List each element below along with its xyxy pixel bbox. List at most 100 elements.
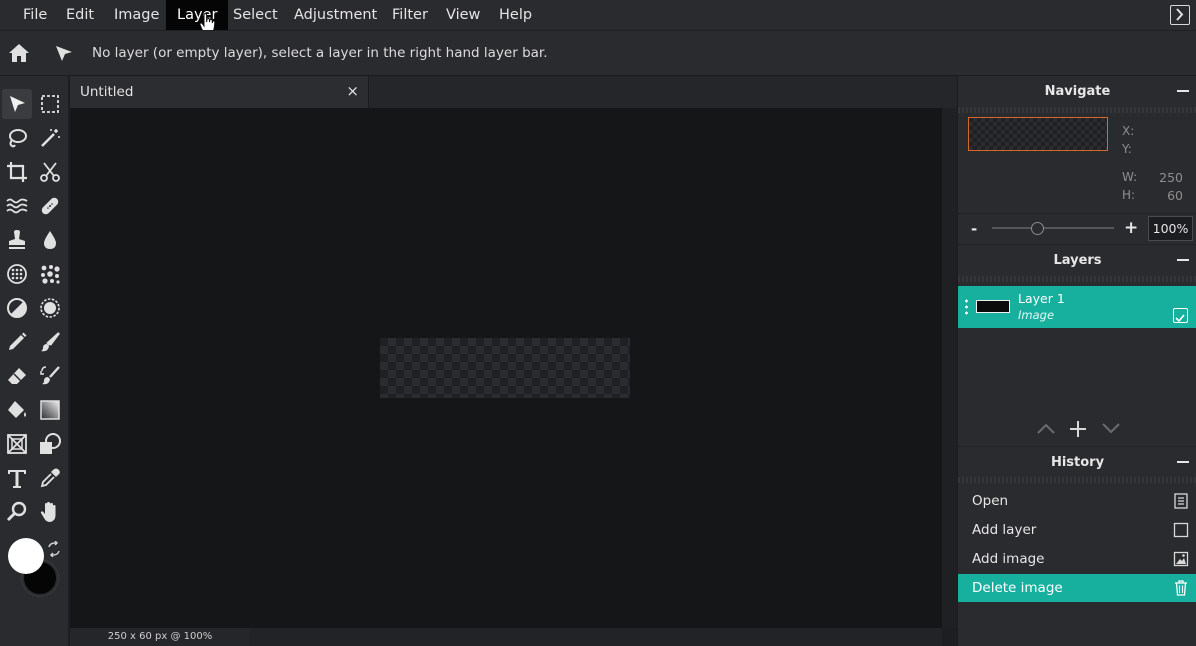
menu-image[interactable]: Image [103, 0, 170, 30]
swap-colors-icon[interactable] [46, 541, 62, 557]
tool-zoom[interactable] [2, 497, 32, 527]
sponge-icon [7, 264, 27, 284]
drag-handle-icon[interactable] [965, 298, 968, 316]
eraser-icon [8, 368, 26, 384]
move-layer-down-icon[interactable] [1101, 421, 1121, 435]
tool-lasso[interactable] [2, 123, 32, 153]
pointer-icon [10, 96, 25, 112]
menu-filter[interactable]: Filter [381, 0, 439, 30]
menu-select[interactable]: Select [222, 0, 289, 30]
collapse-layers-icon[interactable] [1177, 259, 1189, 261]
bandage-icon [41, 197, 59, 215]
tool-text[interactable] [2, 463, 32, 493]
history-item-label: Delete image [972, 580, 1063, 596]
zoom-out-button[interactable]: - [971, 220, 977, 238]
tool-gradient[interactable] [35, 395, 65, 425]
tool-eraser[interactable] [2, 361, 32, 391]
layer-visibility-checkbox[interactable] [1173, 308, 1188, 323]
document-tabs: Untitled × [70, 76, 957, 108]
history-item-delete-image[interactable]: Delete image [958, 574, 1196, 602]
pointer-icon[interactable] [54, 43, 74, 63]
tool-pencil[interactable] [2, 327, 32, 357]
menu-layer[interactable]: Layer [166, 0, 229, 30]
tool-eyedropper[interactable] [35, 463, 65, 493]
navigator-preview[interactable] [968, 117, 1108, 151]
tool-shape[interactable] [35, 429, 65, 459]
tool-brush[interactable] [35, 327, 65, 357]
zoom-slider[interactable] [992, 227, 1114, 229]
document-tab[interactable]: Untitled × [70, 76, 369, 108]
layer-type: Image [1018, 308, 1055, 322]
tool-fill[interactable] [2, 395, 32, 425]
marquee-select-icon [41, 95, 59, 113]
drop-icon [44, 231, 56, 249]
tool-hand[interactable] [35, 497, 65, 527]
horizontal-scrollbar[interactable] [250, 628, 942, 646]
tool-cut[interactable] [35, 157, 65, 187]
collapse-panel-button[interactable] [1170, 5, 1190, 25]
tool-dodge[interactable] [2, 293, 32, 323]
crop-icon [7, 162, 27, 182]
stamp-icon [9, 230, 25, 249]
zoom-value-input[interactable]: 100% [1148, 216, 1193, 241]
canvas-size-info: 250 x 60 px @ 100% [70, 628, 250, 646]
tool-blur[interactable] [35, 225, 65, 255]
menu-adjustment[interactable]: Adjustment [283, 0, 388, 30]
move-layer-up-icon[interactable] [1036, 421, 1056, 435]
zoom-slider-handle[interactable] [1031, 222, 1044, 235]
menu-help[interactable]: Help [488, 0, 543, 30]
add-layer-icon[interactable] [1069, 420, 1087, 438]
pencil-icon [9, 332, 27, 350]
layer-thumbnail [976, 300, 1010, 313]
nav-h-label: H: [1122, 188, 1136, 202]
chevron-right-icon [1176, 8, 1184, 21]
nav-width-value: 250 [1159, 170, 1183, 185]
paint-bucket-icon [8, 401, 26, 418]
canvas-image[interactable] [380, 338, 630, 398]
menu-file[interactable]: File [12, 0, 58, 30]
history-item-add-layer[interactable]: Add layer [958, 516, 1196, 544]
menu-edit[interactable]: Edit [55, 0, 105, 30]
layer-row[interactable]: Layer 1 Image [958, 286, 1196, 328]
canvas-footer: 250 x 60 px @ 100% [70, 628, 957, 646]
history-item-open[interactable]: Open [958, 487, 1196, 515]
zoom-in-button[interactable]: + [1124, 218, 1138, 238]
hand-icon [40, 502, 56, 522]
color-replace-icon [40, 366, 60, 385]
collapse-navigate-icon[interactable] [1177, 90, 1189, 92]
app-window: File Edit Image Layer Select Adjustment … [0, 0, 1196, 646]
tool-sponge[interactable] [2, 259, 32, 289]
home-icon[interactable] [8, 43, 30, 63]
tools-panel [0, 76, 68, 646]
frame-icon [7, 434, 27, 454]
history-item-add-image[interactable]: Add image [958, 545, 1196, 573]
tool-crop[interactable] [2, 157, 32, 187]
tool-liquify[interactable] [2, 191, 32, 221]
foreground-color-swatch[interactable] [8, 538, 44, 574]
tool-frame[interactable] [2, 429, 32, 459]
collapse-history-icon[interactable] [1177, 461, 1189, 463]
gradient-icon [40, 400, 60, 420]
tool-clone[interactable] [2, 225, 32, 255]
nav-y-label: Y: [1122, 142, 1132, 156]
zoom-icon [6, 501, 27, 522]
divider [958, 276, 1196, 282]
history-panel-header: History [958, 446, 1196, 477]
vertical-scrollbar[interactable] [942, 108, 957, 628]
nav-w-label: W: [1122, 170, 1138, 184]
tool-marquee[interactable] [35, 89, 65, 119]
tool-select[interactable] [2, 89, 32, 119]
document-icon [1174, 493, 1188, 509]
tool-burn[interactable] [35, 293, 65, 323]
trash-icon [1175, 580, 1187, 596]
magic-wand-icon [41, 129, 60, 147]
tool-heal[interactable] [35, 191, 65, 221]
zoom-control: - + 100% [958, 213, 1196, 245]
tool-color-replace[interactable] [35, 361, 65, 391]
history-item-label: Add layer [972, 522, 1037, 538]
close-tab-icon[interactable]: × [346, 76, 359, 107]
menu-view[interactable]: View [435, 0, 491, 30]
right-sidebar: Navigate X: Y: W: 250 H: 60 - + 100% Lay… [957, 76, 1196, 646]
tool-pixelate[interactable] [35, 259, 65, 289]
tool-magic-wand[interactable] [35, 123, 65, 153]
